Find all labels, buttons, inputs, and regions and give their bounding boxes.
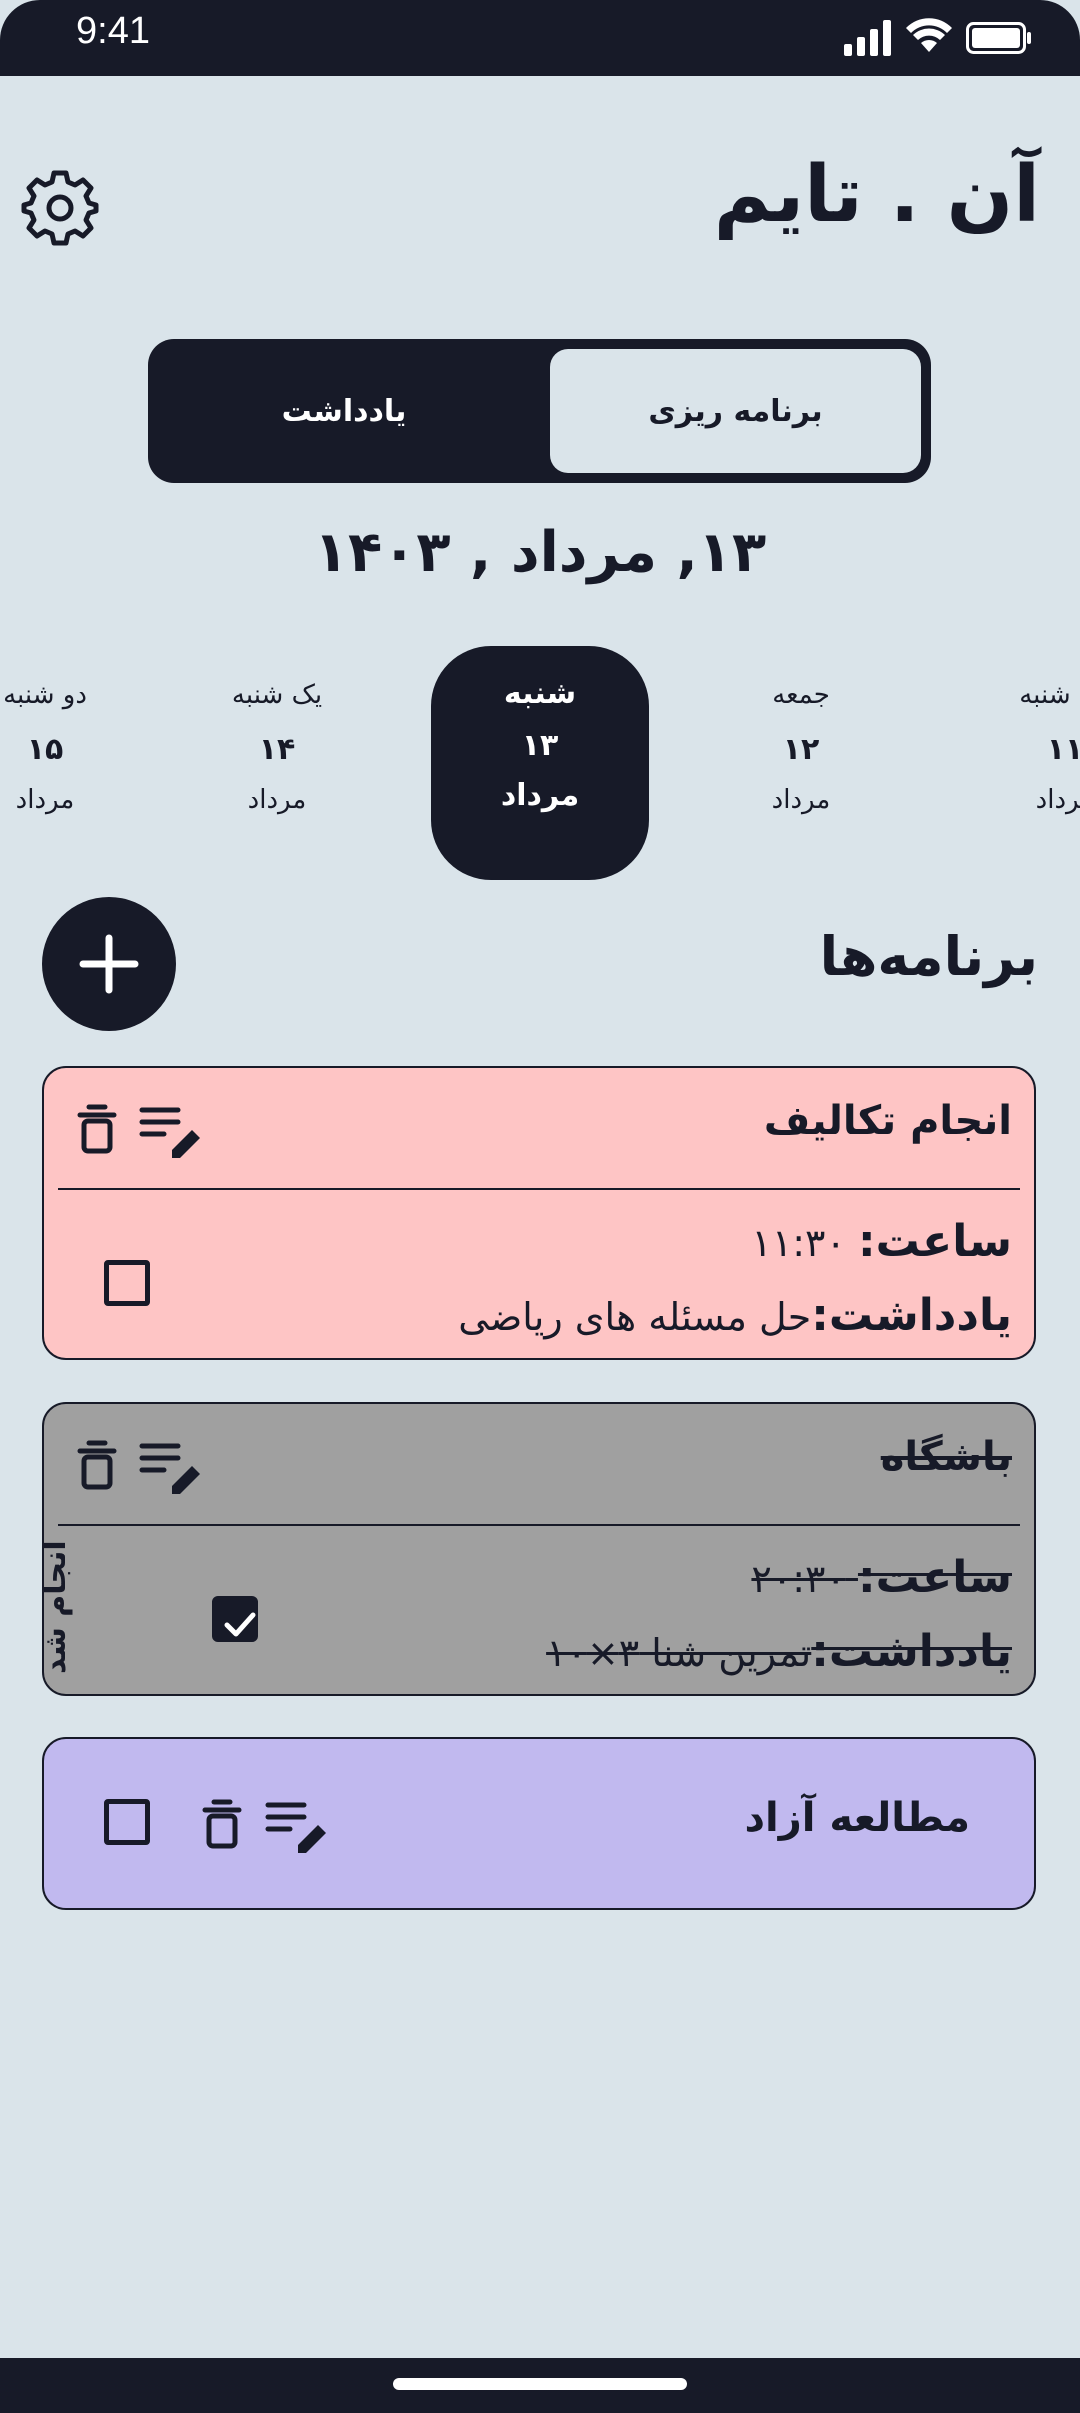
check-icon bbox=[224, 1612, 256, 1637]
edit-list-icon[interactable] bbox=[138, 1104, 204, 1158]
done-checkbox[interactable] bbox=[104, 1260, 150, 1306]
day-month: مرداد bbox=[771, 785, 831, 815]
edit-list-icon[interactable] bbox=[138, 1440, 204, 1494]
day-number: ۱۳ bbox=[521, 728, 559, 763]
day-month: مرداد bbox=[500, 778, 580, 813]
day-item[interactable]: جمعه ۱۲ مرداد bbox=[711, 650, 891, 870]
time-label: ساعت: bbox=[857, 1216, 1012, 1267]
done-label: انجام شد bbox=[38, 1540, 73, 1674]
day-item-selected[interactable]: شنبه ۱۳ مرداد bbox=[431, 646, 649, 880]
plan-note: یادداشت:تمرین شنا ۳×۱۰ bbox=[546, 1626, 1012, 1677]
plans-heading: برنامه‌ها bbox=[819, 925, 1038, 988]
done-checkbox-checked[interactable] bbox=[212, 1596, 258, 1642]
day-month: مرداد bbox=[1035, 785, 1080, 815]
note-value: تمرین شنا ۳×۱۰ bbox=[546, 1631, 812, 1675]
time-value: ۱۱:۳۰ bbox=[751, 1221, 846, 1265]
day-name: یک شنبه bbox=[231, 680, 323, 710]
selected-date-heading: ۱۳, مرداد , ۱۴۰۳ bbox=[313, 520, 767, 585]
app-title: آن . تایم bbox=[713, 150, 1040, 240]
card-divider bbox=[58, 1188, 1020, 1190]
day-month: مرداد bbox=[15, 785, 75, 815]
trash-icon[interactable] bbox=[202, 1799, 242, 1849]
trash-icon[interactable] bbox=[77, 1440, 117, 1490]
plan-time: ساعت: ۲۰:۳۰ bbox=[751, 1552, 1012, 1603]
note-label: یادداشت: bbox=[811, 1290, 1012, 1341]
status-time: 9:41 bbox=[76, 10, 150, 52]
tab-notes[interactable]: یادداشت bbox=[148, 339, 540, 483]
plan-title: مطالعه آزاد bbox=[744, 1795, 970, 1841]
day-number: ۱۱ bbox=[1046, 732, 1080, 767]
home-indicator[interactable] bbox=[393, 2378, 687, 2390]
plan-title: انجام تکالیف bbox=[763, 1098, 1012, 1144]
time-label: ساعت: bbox=[857, 1552, 1012, 1603]
done-checkbox[interactable] bbox=[104, 1799, 150, 1845]
day-name: جمعه bbox=[772, 680, 830, 710]
add-plan-button[interactable] bbox=[42, 897, 176, 1031]
plan-note: یادداشت:حل مسئله های ریاضی bbox=[458, 1290, 1012, 1341]
plus-icon bbox=[79, 934, 139, 994]
time-value: ۲۰:۳۰ bbox=[751, 1557, 846, 1601]
edit-list-icon[interactable] bbox=[264, 1799, 330, 1853]
gear-icon[interactable] bbox=[20, 168, 100, 248]
day-item[interactable]: دو شنبه ۱۵ مرداد bbox=[0, 650, 135, 870]
day-name: شنبه bbox=[503, 676, 577, 711]
day-item[interactable]: یک شنبه ۱۴ مرداد bbox=[187, 650, 367, 870]
battery-icon bbox=[966, 22, 1031, 54]
mode-switch: یادداشت برنامه ریزی bbox=[148, 339, 931, 483]
plan-time: ساعت: ۱۱:۳۰ bbox=[751, 1216, 1012, 1267]
wifi-icon bbox=[906, 18, 952, 52]
day-month: مرداد bbox=[247, 785, 307, 815]
day-number: ۱۴ bbox=[258, 732, 296, 767]
note-value: حل مسئله های ریاضی bbox=[458, 1295, 812, 1339]
plan-card-done: باشگاه ساعت: ۲۰:۳۰ یادداشت:تمرین شنا ۳×۱… bbox=[42, 1402, 1036, 1696]
tab-planning[interactable]: برنامه ریزی bbox=[550, 349, 921, 473]
note-label: یادداشت: bbox=[811, 1626, 1012, 1677]
plan-card: انجام تکالیف ساعت: ۱۱:۳۰ یادداشت:حل مسئل… bbox=[42, 1066, 1036, 1360]
trash-icon[interactable] bbox=[77, 1104, 117, 1154]
plan-card: مطالعه آزاد bbox=[42, 1737, 1036, 1910]
day-number: ۱۵ bbox=[26, 732, 64, 767]
day-name: پنج شنبه bbox=[1019, 680, 1080, 710]
day-item[interactable]: پنج شنبه ۱۱ مرداد bbox=[975, 650, 1080, 870]
plan-title: باشگاه bbox=[880, 1434, 1012, 1480]
card-divider bbox=[58, 1524, 1020, 1526]
day-name: دو شنبه bbox=[3, 680, 87, 710]
day-number: ۱۲ bbox=[782, 732, 820, 767]
signal-icon bbox=[844, 20, 891, 56]
